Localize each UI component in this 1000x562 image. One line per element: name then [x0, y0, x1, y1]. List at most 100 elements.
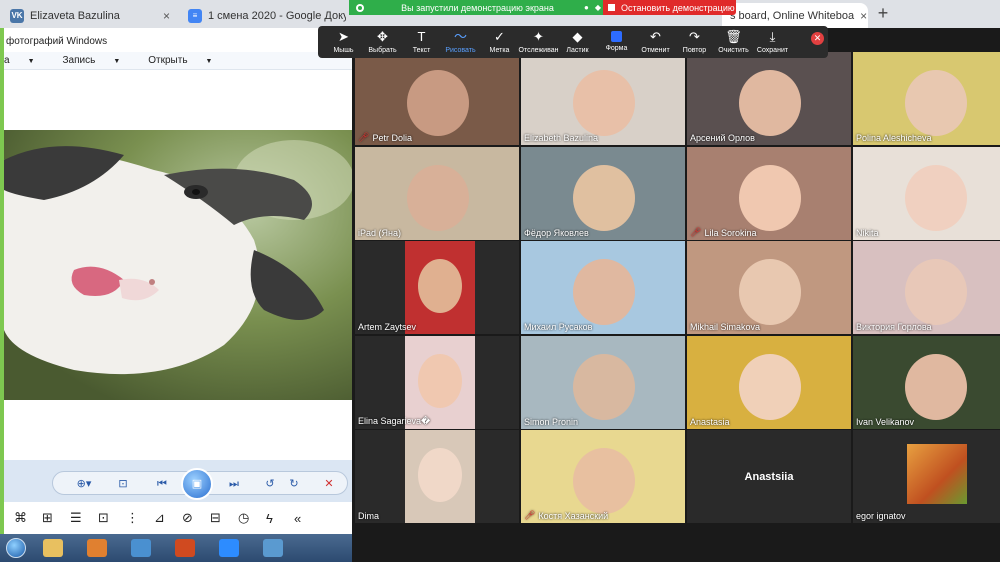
tool-eraser[interactable]: ◆ Ластик — [558, 26, 597, 58]
participant-tile[interactable]: egor ignatov — [853, 430, 1000, 523]
participant-tile[interactable]: Фёдор Яковлев — [521, 147, 685, 240]
viewer-tool-icon[interactable]: ☰ — [70, 510, 98, 526]
taskbar-item[interactable] — [32, 535, 74, 561]
participant-tile[interactable]: 🎤︎ Костя Хазанский — [521, 430, 685, 523]
participant-tile[interactable]: Simon Pronin — [521, 336, 685, 429]
participant-tile[interactable]: Ivan Velikanov — [853, 336, 1000, 429]
close-annotation-icon[interactable]: ✕ — [811, 32, 824, 45]
participant-name-label: Artem Zaytsev — [358, 322, 417, 332]
participant-video — [355, 147, 519, 240]
taskbar-item[interactable] — [164, 535, 206, 561]
viewer-tool-icon[interactable]: ⊟ — [210, 510, 238, 526]
participant-tile[interactable]: 🎤︎ Petr Dolia — [355, 52, 519, 145]
tool-cursor[interactable]: ➤ Мышь — [324, 26, 363, 58]
participant-tile[interactable]: Polina Aleshicheva — [853, 52, 1000, 145]
taskbar-item[interactable] — [252, 535, 294, 561]
participant-tile[interactable]: Artem Zaytsev — [355, 241, 519, 334]
participant-face — [573, 448, 635, 514]
participant-tile[interactable]: Elizabeth Bazulina — [521, 52, 685, 145]
participant-video — [907, 444, 967, 504]
delete-icon[interactable]: ✕ — [319, 475, 339, 493]
tool-draw[interactable]: 〜 Рисовать — [441, 26, 480, 58]
participant-name-label: Dima — [358, 511, 380, 521]
participant-video — [853, 52, 1000, 145]
tool-redo[interactable]: ↷ Повтор — [675, 26, 714, 58]
viewer-tool-icon[interactable]: ⊞ — [42, 510, 70, 526]
viewer-tool-icon[interactable]: ⌘ — [14, 510, 42, 526]
menu-file[interactable]: а ▼ — [4, 55, 49, 66]
participant-video — [853, 241, 1000, 334]
participant-tile[interactable]: Elina Sagarieva� — [355, 336, 519, 429]
next-icon[interactable]: ⏭ — [221, 475, 247, 493]
viewer-tool-icon[interactable]: « — [294, 511, 322, 526]
new-tab-button[interactable]: + — [874, 4, 892, 22]
close-icon[interactable]: × — [854, 9, 867, 23]
tab-vk[interactable]: VK Elizaveta Bazulina × — [2, 3, 178, 28]
tool-text[interactable]: T Текст — [402, 26, 441, 58]
cat-photo — [4, 130, 352, 400]
start-button[interactable] — [0, 534, 32, 562]
participant-name: iPad (Яна) — [358, 228, 401, 238]
participant-face — [905, 165, 967, 231]
participant-name-center: Anastsiia — [744, 470, 794, 483]
slideshow-button[interactable]: ▣ — [181, 468, 213, 500]
participant-tile[interactable]: Anastasia — [687, 336, 851, 429]
tool-save[interactable]: ⤓ Сохранит — [753, 26, 792, 58]
participant-name-label: Mikhail Simakova — [690, 322, 761, 332]
tool-trash[interactable]: 🗑 Очистить — [714, 26, 753, 58]
tool-undo[interactable]: ↶ Отменит — [636, 26, 675, 58]
previous-icon[interactable]: ⏮ — [149, 475, 175, 493]
viewer-tool-icon[interactable]: ◷ — [238, 510, 266, 526]
participant-name: Polina Aleshicheva — [856, 133, 932, 143]
participant-tile[interactable]: Виктория Горлова — [853, 241, 1000, 334]
participant-name-label: Petr Dolia — [372, 132, 412, 143]
participant-name-label: Polina Aleshicheva — [856, 133, 932, 143]
tool-spotlight[interactable]: ✦ Отслеживан — [519, 26, 559, 58]
participant-video — [521, 336, 685, 429]
tab-google-docs[interactable]: ≡ 1 смена 2020 - Google Докуме — [180, 3, 346, 28]
taskbar-item[interactable] — [208, 535, 250, 561]
participant-tile[interactable]: Anastsiia — [687, 430, 851, 523]
viewer-tool-icon[interactable]: ⊘ — [182, 510, 210, 526]
zoom-icon[interactable]: ⊕▾ — [71, 475, 97, 493]
stop-share-button[interactable]: Остановить демонстрацию — [603, 0, 736, 15]
participant-tile[interactable]: Nikita — [853, 147, 1000, 240]
windows-taskbar — [0, 534, 352, 562]
participant-tile[interactable]: Dima — [355, 430, 519, 523]
viewer-tool-icon[interactable]: ϟ — [266, 511, 294, 526]
menu-burn[interactable]: Запись ▼ — [63, 55, 135, 66]
participant-tile[interactable]: Mikhail Simakova — [687, 241, 851, 334]
viewer-tool-icon[interactable]: ⊿ — [154, 510, 182, 526]
tool-label: Форма — [605, 45, 628, 52]
participant-name: Anastasia — [690, 417, 730, 427]
tool-stamp[interactable]: ✓ Метка — [480, 26, 519, 58]
rotate-right-icon[interactable]: ↻ — [285, 475, 303, 493]
close-icon[interactable]: × — [157, 9, 170, 23]
participant-name-label: Elizabeth Bazulina — [524, 133, 599, 143]
participant-name: Арсений Орлов — [690, 133, 755, 143]
undo-icon: ↶ — [650, 29, 661, 44]
participant-tile[interactable]: 🎤︎ Lila Sorokina — [687, 147, 851, 240]
fit-window-icon[interactable]: ⊡ — [113, 475, 133, 493]
tab-whiteboard[interactable]: s board, Online Whiteboa × — [722, 3, 868, 28]
participant-name: Elizabeth Bazulina — [524, 133, 598, 143]
tool-shape[interactable]: Форма — [597, 26, 636, 58]
participant-name: Dima — [358, 511, 379, 521]
rotate-left-icon[interactable]: ↺ — [261, 475, 279, 493]
participant-tile[interactable]: Арсений Орлов — [687, 52, 851, 145]
taskbar-item[interactable] — [76, 535, 118, 561]
menu-open[interactable]: Открыть ▼ — [148, 55, 226, 66]
viewer-tool-icon[interactable]: ⊡ — [98, 510, 126, 526]
media-player-icon — [87, 539, 107, 557]
taskbar-item[interactable] — [120, 535, 162, 561]
tool-move[interactable]: ✥ Выбрать — [363, 26, 402, 58]
participant-tile[interactable]: Михаил Русаков — [521, 241, 685, 334]
participant-name: Виктория Горлова — [856, 322, 932, 332]
participant-tile[interactable]: iPad (Яна) — [355, 147, 519, 240]
participant-face — [739, 354, 801, 420]
viewer-tool-icon[interactable]: ⋮ — [126, 510, 154, 526]
participant-video — [521, 52, 685, 145]
stop-share-label: Остановить демонстрацию — [621, 2, 735, 13]
text-icon: T — [417, 29, 426, 44]
trash-icon: 🗑 — [725, 29, 742, 44]
